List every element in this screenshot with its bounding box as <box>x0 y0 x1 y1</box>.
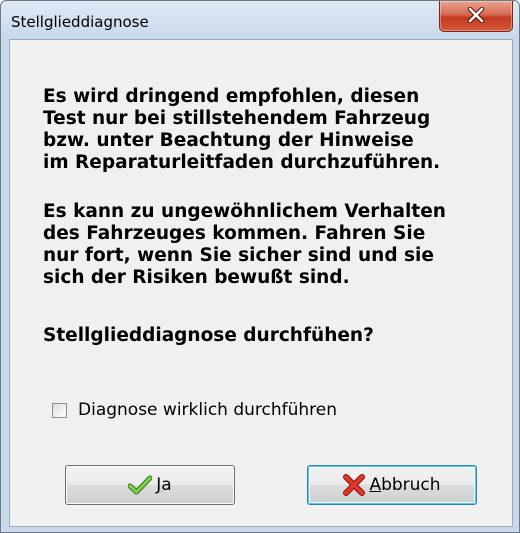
warning-paragraph-2: Es kann zu ungewöhnlichem Verhalten des … <box>43 201 446 288</box>
ja-button-label: Ja <box>156 475 171 495</box>
close-icon <box>467 7 485 23</box>
ja-button[interactable]: Ja <box>65 465 235 505</box>
red-x-icon <box>343 474 366 496</box>
checkmark-icon <box>128 475 153 495</box>
close-button[interactable] <box>439 1 513 32</box>
title-bar[interactable]: Stellglieddiagnose <box>1 1 519 41</box>
abbruch-button-label: Abbruch <box>369 475 440 495</box>
confirm-checkbox[interactable] <box>52 403 67 418</box>
abbruch-label-rest: bbruch <box>381 475 441 495</box>
window-title: Stellglieddiagnose <box>11 13 149 31</box>
confirm-question: Stellglieddiagnose durchfühen? <box>43 325 374 346</box>
warning-paragraph-1: Es wird dringend empfohlen, diesen Test … <box>43 86 441 173</box>
abbruch-button[interactable]: Abbruch <box>307 465 477 505</box>
abbruch-accelerator: A <box>369 475 382 495</box>
ja-label-rest: a <box>161 475 172 495</box>
confirm-checkbox-label[interactable]: Diagnose wirklich durchführen <box>78 398 337 422</box>
